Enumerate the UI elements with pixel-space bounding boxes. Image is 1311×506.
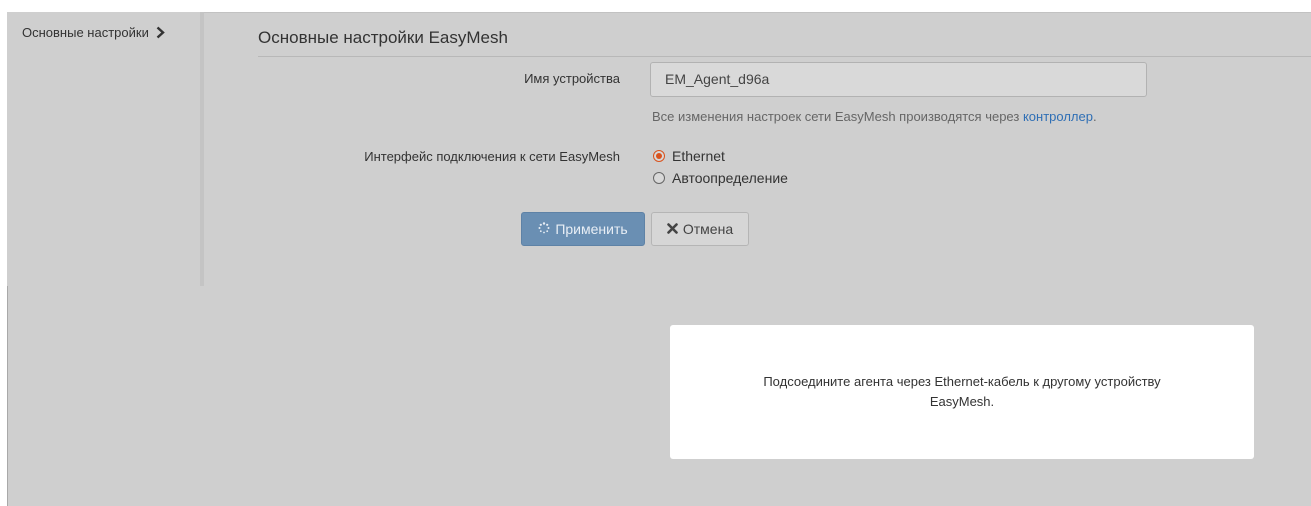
controller-link[interactable]: контроллер [1023,109,1093,124]
page-title: Основные настройки EasyMesh [258,28,508,47]
cancel-button[interactable]: Отмена [651,212,749,246]
notice-dialog: Подсоедините агента через Ethernet-кабел… [670,325,1254,459]
apply-button-label: Применить [555,221,628,237]
help-text-body: Все изменения настроек сети EasyMesh про… [652,109,1020,124]
close-icon [667,221,678,237]
sidebar-item-label: Основные настройки [22,25,149,40]
cancel-button-label: Отмена [682,221,734,237]
radio-autodetect-label: Автоопределение [672,170,788,186]
device-name-input[interactable]: EM_Agent_d96a [650,62,1147,97]
title-divider [258,56,1311,57]
radio-autodetect[interactable]: Автоопределение [653,170,788,186]
sidebar-item-basic-settings[interactable]: Основные настройки [22,25,165,40]
apply-button[interactable]: Применить [521,212,645,246]
radio-checked-icon[interactable] [653,150,665,162]
sidebar: Основные настройки [7,12,204,286]
device-name-label: Имя устройства [524,71,620,86]
notice-text: Подсоедините агента через Ethernet-кабел… [763,374,1161,409]
radio-unchecked-icon[interactable] [653,172,665,184]
interface-label: Интерфейс подключения к сети EasyMesh [364,149,620,164]
radio-ethernet-label: Ethernet [672,148,725,164]
help-text-suffix: . [1092,109,1097,124]
radio-ethernet[interactable]: Ethernet [653,148,725,164]
help-text: Все изменения настроек сети EasyMesh про… [652,109,1097,124]
chevron-right-icon [156,26,165,39]
spinner-icon [538,221,550,237]
